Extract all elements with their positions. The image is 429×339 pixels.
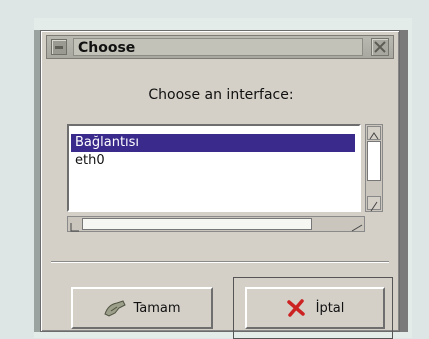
list-item[interactable]: eth0 [71,152,355,170]
horizontal-scrollbar[interactable] [67,216,365,232]
prompt-label: Choose an interface: [148,87,294,103]
handshake-icon [103,298,127,318]
choose-dialog: Choose Choose an interface: Bağlantısı e… [40,30,400,339]
cancel-button[interactable]: İptal [245,287,385,329]
ok-button-label: Tamam [133,300,181,316]
separator [51,261,389,263]
vertical-scrollbar[interactable] [365,124,383,212]
window-right-edge [400,30,408,332]
horizontal-scroll-thumb[interactable] [82,218,312,230]
interface-list[interactable]: Bağlantısı eth0 [67,124,361,212]
scroll-up-icon[interactable] [367,126,381,140]
scroll-down-icon[interactable] [367,196,381,212]
red-x-icon [286,298,310,318]
list-item-selected[interactable]: Bağlantısı [71,134,355,152]
cancel-button-label: İptal [315,300,345,316]
vertical-scroll-thumb[interactable] [367,141,381,181]
scroll-left-icon[interactable] [69,218,81,232]
scroll-right-icon[interactable] [351,218,363,232]
title-bar[interactable]: Choose [46,35,394,59]
dialog-title: Choose [73,38,363,56]
close-icon[interactable] [371,38,389,56]
ok-button[interactable]: Tamam [71,287,213,329]
window-menu-icon[interactable] [51,39,67,55]
